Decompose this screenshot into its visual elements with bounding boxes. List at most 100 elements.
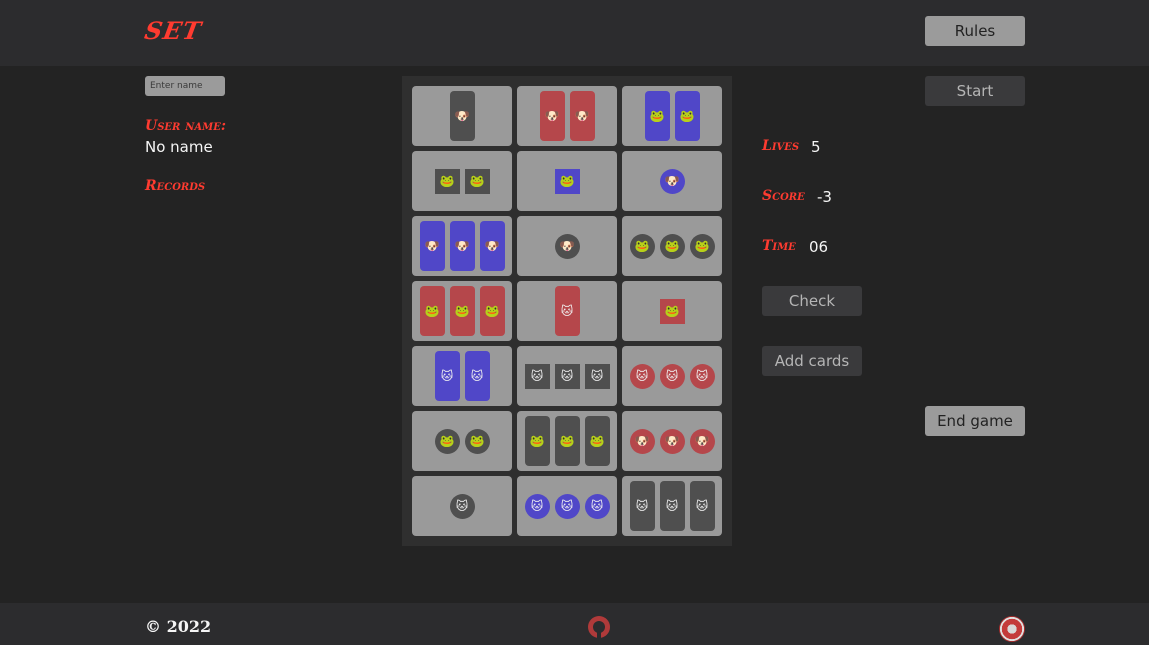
frog-icon: 🐸 <box>559 174 575 188</box>
start-button[interactable]: Start <box>925 76 1025 106</box>
github-icon[interactable] <box>588 616 610 638</box>
rect-shape: 🐶 <box>539 91 565 141</box>
cat-icon: 🐱 <box>560 369 574 383</box>
frog-icon: 🐸 <box>424 304 440 318</box>
card[interactable]: 🐶 <box>412 86 512 146</box>
circle-shape: 🐶 <box>689 428 715 454</box>
rect-shape: 🐶 <box>419 221 445 271</box>
card[interactable]: 🐸 <box>517 151 617 211</box>
copyright: © 2022 <box>145 617 212 636</box>
card[interactable]: 🐱 🐱 <box>412 346 512 406</box>
card[interactable]: 🐸 🐸 <box>412 151 512 211</box>
card[interactable]: 🐶 🐶 🐶 <box>622 411 722 471</box>
check-button[interactable]: Check <box>762 286 862 316</box>
card[interactable]: 🐶 <box>517 216 617 276</box>
circle-shape: 🐸 <box>629 233 655 259</box>
frog-icon: 🐸 <box>439 174 455 188</box>
frog-icon: 🐸 <box>469 434 485 448</box>
dog-icon: 🐶 <box>424 239 440 253</box>
rect-shape: 🐸 <box>644 91 670 141</box>
cat-icon: 🐱 <box>530 499 544 513</box>
card[interactable]: 🐶 🐶 <box>517 86 617 146</box>
lives-label: Lives <box>762 138 800 154</box>
frog-icon: 🐸 <box>469 174 485 188</box>
frog-icon: 🐸 <box>484 304 500 318</box>
rect-shape: 🐱 <box>434 351 460 401</box>
card[interactable]: 🐸 <box>622 281 722 341</box>
records-label: Records <box>145 178 206 194</box>
cat-icon: 🐱 <box>665 499 679 513</box>
dog-icon: 🐶 <box>454 109 470 123</box>
square-shape: 🐱 <box>554 363 580 389</box>
circle-shape: 🐶 <box>659 428 685 454</box>
card[interactable]: 🐸 🐸 <box>412 411 512 471</box>
circle-shape: 🐶 <box>554 233 580 259</box>
card[interactable]: 🐱 <box>517 281 617 341</box>
rect-shape: 🐶 <box>569 91 595 141</box>
header: SET Rules <box>0 0 1149 66</box>
rect-shape: 🐶 <box>449 221 475 271</box>
card[interactable]: 🐸 🐸 🐸 <box>517 411 617 471</box>
score-label: Score <box>762 188 805 204</box>
frog-icon: 🐸 <box>664 304 680 318</box>
cat-icon: 🐱 <box>695 499 709 513</box>
rect-shape: 🐸 <box>584 416 610 466</box>
card[interactable]: 🐸 🐸 <box>622 86 722 146</box>
circle-shape: 🐱 <box>449 493 475 519</box>
rect-shape: 🐸 <box>449 286 475 336</box>
circle-shape: 🐱 <box>689 363 715 389</box>
circle-shape: 🐱 <box>524 493 550 519</box>
card[interactable]: 🐱 🐱 🐱 <box>622 346 722 406</box>
user-name-value: No name <box>145 138 213 156</box>
name-input[interactable] <box>145 76 225 96</box>
rect-shape: 🐱 <box>659 481 685 531</box>
frog-icon: 🐸 <box>559 434 575 448</box>
rect-shape: 🐸 <box>554 416 580 466</box>
end-game-button[interactable]: End game <box>925 406 1025 436</box>
card[interactable]: 🐱 🐱 🐱 <box>622 476 722 536</box>
dog-icon: 🐶 <box>484 239 500 253</box>
card[interactable]: 🐸 🐸 🐸 <box>622 216 722 276</box>
time-value: 06 <box>809 238 829 256</box>
cat-icon: 🐱 <box>440 369 454 383</box>
card[interactable]: 🐸 🐸 🐸 <box>412 281 512 341</box>
rect-shape: 🐸 <box>524 416 550 466</box>
cat-icon: 🐱 <box>590 369 604 383</box>
user-name-label: User name: <box>145 118 226 134</box>
circle-shape: 🐸 <box>464 428 490 454</box>
frog-icon: 🐸 <box>649 109 665 123</box>
cat-icon: 🐱 <box>635 499 649 513</box>
dog-icon: 🐶 <box>664 434 680 448</box>
rect-shape: 🐸 <box>479 286 505 336</box>
square-shape: 🐸 <box>464 168 490 194</box>
cat-icon: 🐱 <box>560 304 574 318</box>
card[interactable]: 🐱 🐱 🐱 <box>517 476 617 536</box>
dog-icon: 🐶 <box>559 239 575 253</box>
dog-icon: 🐶 <box>664 174 680 188</box>
rect-shape: 🐱 <box>629 481 655 531</box>
seal-logo-icon[interactable] <box>999 616 1025 642</box>
dog-icon: 🐶 <box>634 434 650 448</box>
logo: SET <box>142 16 205 45</box>
circle-shape: 🐱 <box>659 363 685 389</box>
square-shape: 🐸 <box>554 168 580 194</box>
card[interactable]: 🐶 <box>622 151 722 211</box>
lives-value: 5 <box>811 138 821 156</box>
card[interactable]: 🐱 <box>412 476 512 536</box>
cat-icon: 🐱 <box>560 499 574 513</box>
footer: © 2022 <box>0 603 1149 645</box>
dog-icon: 🐶 <box>454 239 470 253</box>
circle-shape: 🐶 <box>629 428 655 454</box>
dog-icon: 🐶 <box>574 109 590 123</box>
add-cards-button[interactable]: Add cards <box>762 346 862 376</box>
rules-button[interactable]: Rules <box>925 16 1025 46</box>
card[interactable]: 🐶 🐶 🐶 <box>412 216 512 276</box>
frog-icon: 🐸 <box>589 434 605 448</box>
frog-icon: 🐸 <box>664 239 680 253</box>
frog-icon: 🐸 <box>454 304 470 318</box>
square-shape: 🐱 <box>524 363 550 389</box>
card[interactable]: 🐱 🐱 🐱 <box>517 346 617 406</box>
square-shape: 🐸 <box>659 298 685 324</box>
frog-icon: 🐸 <box>529 434 545 448</box>
rect-shape: 🐱 <box>464 351 490 401</box>
